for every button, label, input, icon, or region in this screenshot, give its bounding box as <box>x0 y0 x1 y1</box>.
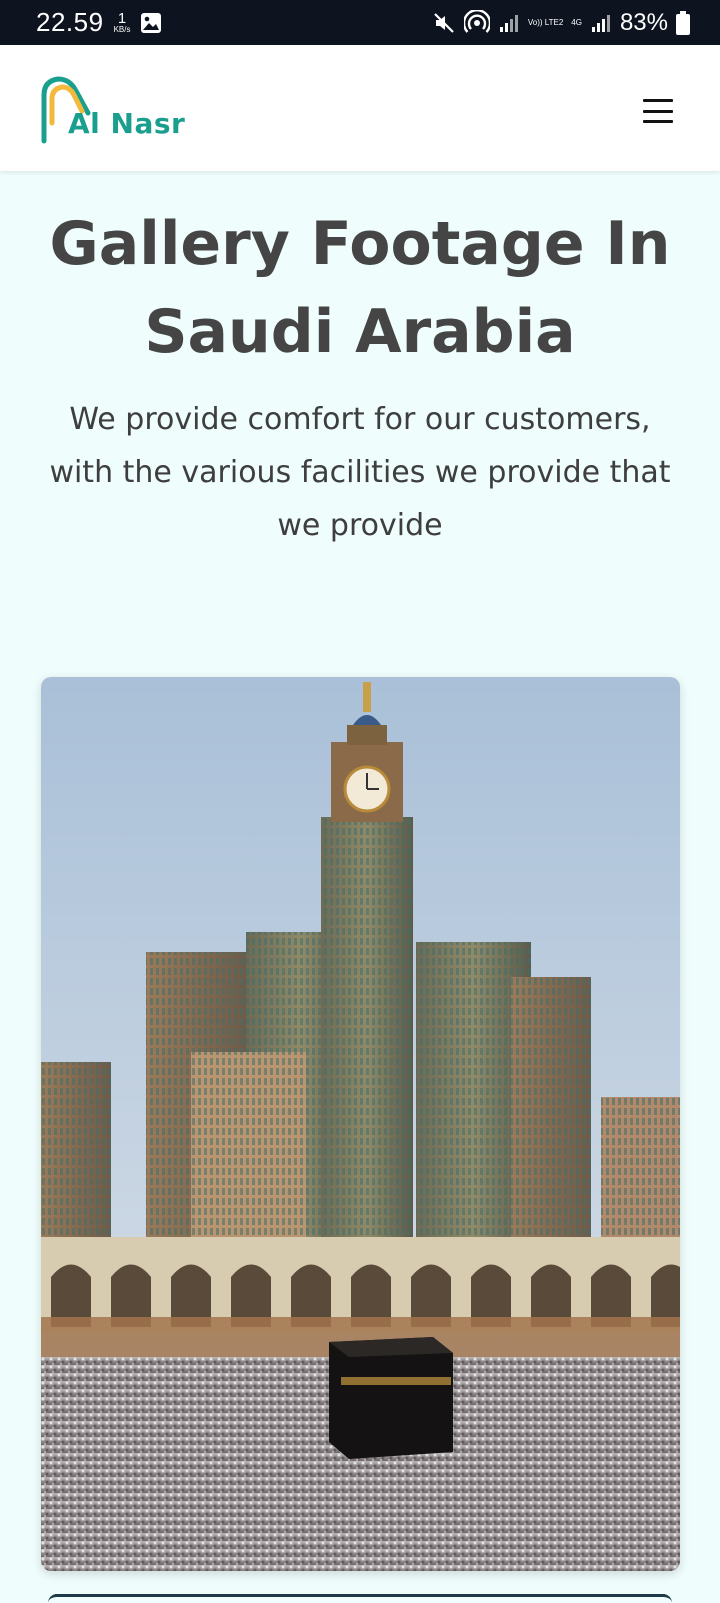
battery-percent: 83% <box>619 8 668 36</box>
network-speed-value: 1 <box>117 10 127 27</box>
status-time: 22.59 <box>36 7 104 37</box>
gallery-image[interactable] <box>41 677 680 1571</box>
signal-icon <box>499 14 518 32</box>
hamburger-menu-icon[interactable] <box>640 96 676 126</box>
menu-line <box>643 120 673 123</box>
network-speed: 1 KB/s <box>114 11 131 34</box>
hotspot-icon <box>463 9 490 33</box>
status-right: Vo)) LTE2 4G 83% <box>432 9 690 37</box>
signal-icon-2 <box>591 14 610 32</box>
status-bar: 22.59 1 KB/s Vo)) LTE2 4G 83% <box>0 0 720 45</box>
page-subtitle: We provide comfort for our customers, wi… <box>49 402 671 543</box>
image-icon <box>141 12 162 33</box>
volte-label: Vo)) LTE2 <box>527 17 564 27</box>
next-gallery-card-edge <box>48 1594 672 1603</box>
mute-icon <box>434 12 454 33</box>
menu-line <box>643 99 673 102</box>
network-type-label: 4G <box>571 17 582 27</box>
makkah-photo <box>41 677 680 1571</box>
network-speed-unit: KB/s <box>113 25 131 34</box>
menu-line <box>643 109 673 113</box>
logo-text[interactable]: Al Nasr <box>68 107 185 140</box>
site-header: Al Nasr <box>0 45 720 171</box>
page-title: Gallery Footage In Saudi Arabia <box>49 209 671 367</box>
battery-icon <box>676 10 690 35</box>
status-left: 22.59 1 KB/s <box>36 7 162 38</box>
